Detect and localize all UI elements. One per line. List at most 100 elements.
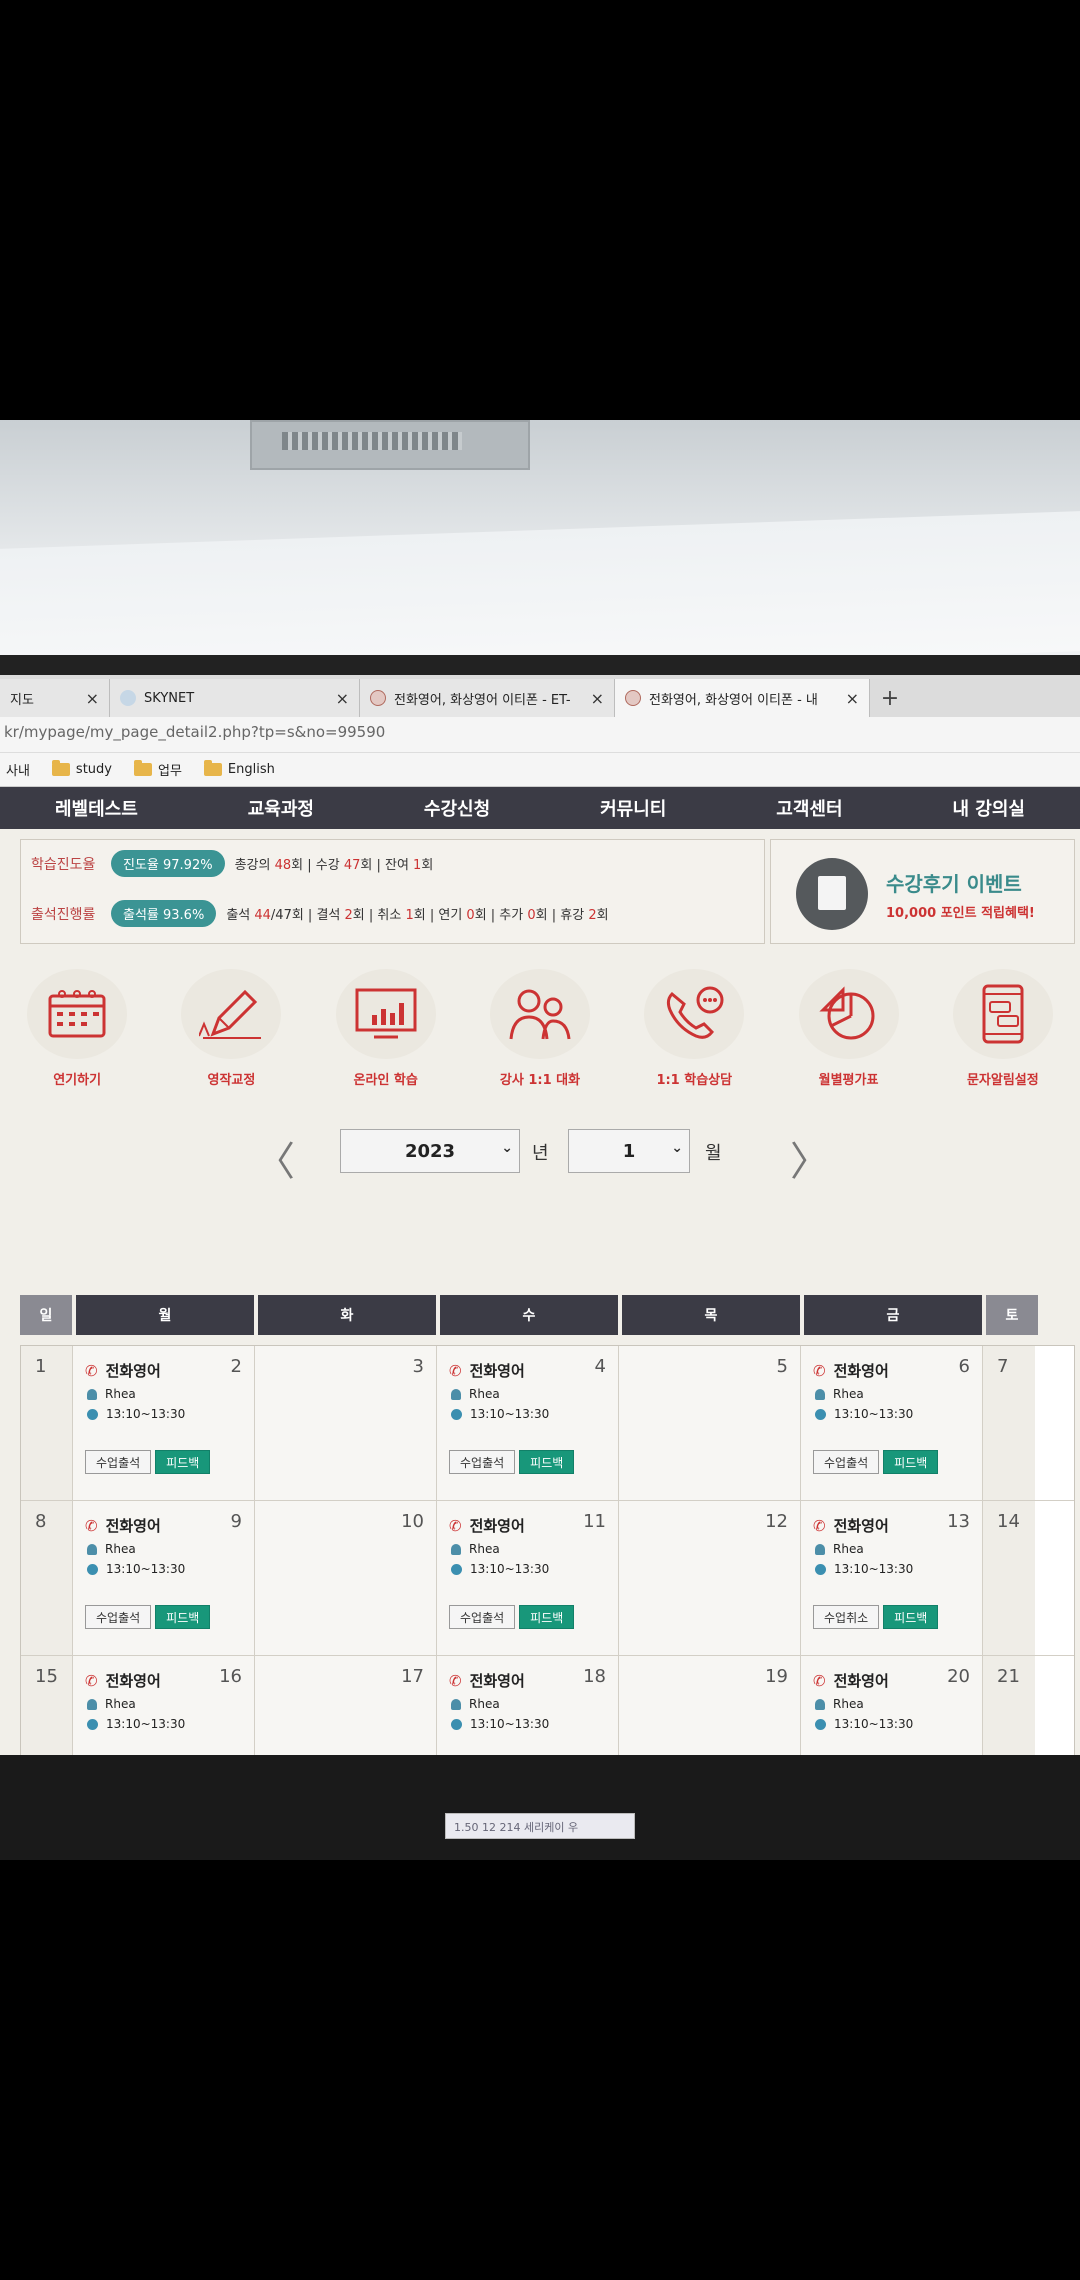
- lesson-title: 전화영어: [105, 1362, 161, 1380]
- feature-postpone[interactable]: 연기하기: [2, 969, 152, 1088]
- detail-text: 회 | 추가: [474, 908, 528, 923]
- tab-skynet[interactable]: SKYNET ×: [110, 679, 360, 717]
- close-icon[interactable]: ×: [591, 689, 604, 708]
- lesson-title-row: ✆ 전화영어: [449, 1670, 549, 1691]
- lesson-title-row: ✆ 전화영어: [449, 1515, 549, 1536]
- detail-value: 0: [466, 908, 475, 923]
- day-number: 7: [997, 1356, 1009, 1377]
- progress-label: 학습진도율: [31, 856, 96, 873]
- lesson-time: 13:10~13:30: [834, 1562, 914, 1576]
- lesson-teacher: Rhea: [469, 1697, 500, 1711]
- lesson-title: 전화영어: [105, 1672, 161, 1690]
- feedback-button[interactable]: 피드백: [519, 1450, 575, 1474]
- attendance-detail: 출석 44/47회 | 결석 2회 | 취소 1회 | 연기 0회 | 추가 0…: [226, 904, 608, 923]
- close-icon[interactable]: ×: [846, 689, 859, 708]
- detail-text: 회 | 잔여: [360, 858, 414, 873]
- tab-etphone-2[interactable]: 전화영어, 화상영어 이티폰 - 내 ×: [615, 679, 870, 717]
- close-icon[interactable]: ×: [336, 689, 349, 708]
- bookmark-study[interactable]: study: [51, 760, 112, 777]
- lesson-entry[interactable]: ✆ 전화영어 Rhea 13:10~13:30: [449, 1360, 550, 1422]
- ceiling: [0, 420, 1080, 689]
- feature-writing-correction[interactable]: 영작교정: [156, 969, 306, 1088]
- review-event-banner[interactable]: 수강후기 이벤트 10,000 포인트 적립혜택!: [770, 839, 1075, 944]
- bookmark-internal[interactable]: 사내: [6, 760, 30, 779]
- bookmarks-bar: 사내 study 업무 English: [0, 753, 1080, 787]
- bookmark-work[interactable]: 업무: [133, 760, 182, 779]
- lesson-entry[interactable]: ✆ 전화영어 Rhea 13:10~13:30: [813, 1670, 913, 1732]
- lesson-actions: 수업출석 피드백: [85, 1450, 211, 1474]
- nav-enroll[interactable]: 수강신청: [424, 795, 490, 821]
- feature-monthly-report[interactable]: 월별평가표: [774, 969, 924, 1088]
- phone-icon: ✆: [85, 1361, 98, 1380]
- lesson-time: 13:10~13:30: [834, 1407, 914, 1421]
- next-month-button[interactable]: 〉: [790, 1129, 830, 1187]
- lesson-entry[interactable]: ✆ 전화영어 Rhea 13:10~13:30: [85, 1360, 186, 1422]
- feature-consultation[interactable]: 1:1 학습상담: [619, 969, 769, 1088]
- lesson-title-row: ✆ 전화영어: [449, 1360, 549, 1381]
- detail-text: 회 | 취소: [352, 908, 406, 923]
- detail-text: 출석: [226, 908, 255, 923]
- lesson-time: 13:10~13:30: [470, 1717, 550, 1731]
- lesson-teacher-row: Rhea: [449, 1697, 549, 1711]
- lesson-title: 전화영어: [833, 1362, 889, 1380]
- phone-icon: ✆: [85, 1671, 98, 1690]
- year-select[interactable]: 2023 ⌄: [340, 1129, 520, 1173]
- feature-online-learning[interactable]: 온라인 학습: [311, 969, 461, 1088]
- calendar-day-cell: 18✆전화영어Rhea13:10~13:30수업출석피드백: [437, 1656, 619, 1755]
- lesson-time: 13:10~13:30: [470, 1407, 550, 1421]
- lesson-entry[interactable]: ✆ 전화영어 Rhea 13:10~13:30: [449, 1515, 549, 1577]
- feedback-button[interactable]: 피드백: [155, 1450, 211, 1474]
- feedback-button[interactable]: 피드백: [883, 1605, 939, 1629]
- lesson-entry[interactable]: ✆ 전화영어 Rhea 13:10~13:30: [813, 1515, 914, 1577]
- prev-month-button[interactable]: 〈: [255, 1129, 295, 1187]
- feature-tutor-chat[interactable]: 강사 1:1 대화: [465, 969, 615, 1088]
- month-value: 1: [622, 1140, 636, 1162]
- bookmark-english[interactable]: English: [203, 760, 275, 777]
- nav-level-test[interactable]: 레벨테스트: [55, 795, 138, 821]
- site-nav: 레벨테스트 교육과정 수강신청 커뮤니티 고객센터 내 강의실: [0, 787, 1080, 829]
- detail-value: 0: [527, 908, 536, 923]
- lesson-time: 13:10~13:30: [106, 1407, 186, 1421]
- feature-label: 1:1 학습상담: [656, 1073, 733, 1088]
- lesson-teacher-row: Rhea: [449, 1542, 549, 1556]
- lesson-entry[interactable]: ✆ 전화영어 Rhea 13:10~13:30: [85, 1515, 185, 1577]
- tab-etphone-1[interactable]: 전화영어, 화상영어 이티폰 - ET- ×: [360, 679, 615, 717]
- feedback-button[interactable]: 피드백: [519, 1605, 575, 1629]
- feature-sms-settings[interactable]: 문자알림설정: [928, 969, 1078, 1088]
- clock-icon: [815, 1408, 826, 1420]
- feedback-button[interactable]: 피드백: [155, 1605, 211, 1629]
- nav-community[interactable]: 커뮤니티: [600, 795, 666, 821]
- lesson-entry[interactable]: ✆ 전화영어 Rhea 13:10~13:30: [449, 1670, 550, 1732]
- detail-text: 회: [596, 908, 609, 923]
- tab-title: 지도: [10, 692, 34, 708]
- attendance-button[interactable]: 수업출석: [813, 1450, 880, 1474]
- calendar-day-cell: 19: [619, 1656, 801, 1755]
- tab-map[interactable]: 지도 ×: [0, 679, 110, 717]
- lesson-entry[interactable]: ✆ 전화영어 Rhea 13:10~13:30: [85, 1670, 185, 1732]
- clock-icon: [451, 1563, 462, 1575]
- address-bar[interactable]: kr/mypage/my_page_detail2.php?tp=s&no=99…: [0, 717, 1080, 753]
- attendance-button[interactable]: 수업출석: [449, 1450, 516, 1474]
- monitor-bezel-bottom: 1.50 12 214 세리케이 우: [0, 1755, 1080, 1860]
- lesson-teacher: Rhea: [833, 1542, 864, 1556]
- lesson-teacher-row: Rhea: [813, 1387, 913, 1401]
- bookmark-label: 사내: [6, 764, 30, 779]
- new-tab-button[interactable]: +: [870, 679, 910, 717]
- lesson-title-row: ✆ 전화영어: [85, 1515, 185, 1536]
- calendar-day-cell: 1: [21, 1346, 73, 1500]
- nav-courses[interactable]: 교육과정: [248, 795, 314, 821]
- day-number: 3: [412, 1356, 424, 1377]
- feedback-button[interactable]: 피드백: [883, 1450, 939, 1474]
- attendance-button[interactable]: 수업출석: [85, 1450, 152, 1474]
- nav-my-classroom[interactable]: 내 강의실: [952, 795, 1025, 821]
- class-cancel-button[interactable]: 수업취소: [813, 1605, 880, 1629]
- nav-support[interactable]: 고객센터: [776, 795, 842, 821]
- day-number: 11: [583, 1511, 606, 1532]
- attendance-button[interactable]: 수업출석: [85, 1605, 152, 1629]
- lesson-time-row: 13:10~13:30: [813, 1407, 913, 1421]
- close-icon[interactable]: ×: [86, 689, 99, 708]
- person-icon: [451, 1388, 461, 1400]
- attendance-button[interactable]: 수업출석: [449, 1605, 516, 1629]
- month-select[interactable]: 1 ⌄: [568, 1129, 690, 1173]
- lesson-entry[interactable]: ✆ 전화영어 Rhea 13:10~13:30: [813, 1360, 913, 1422]
